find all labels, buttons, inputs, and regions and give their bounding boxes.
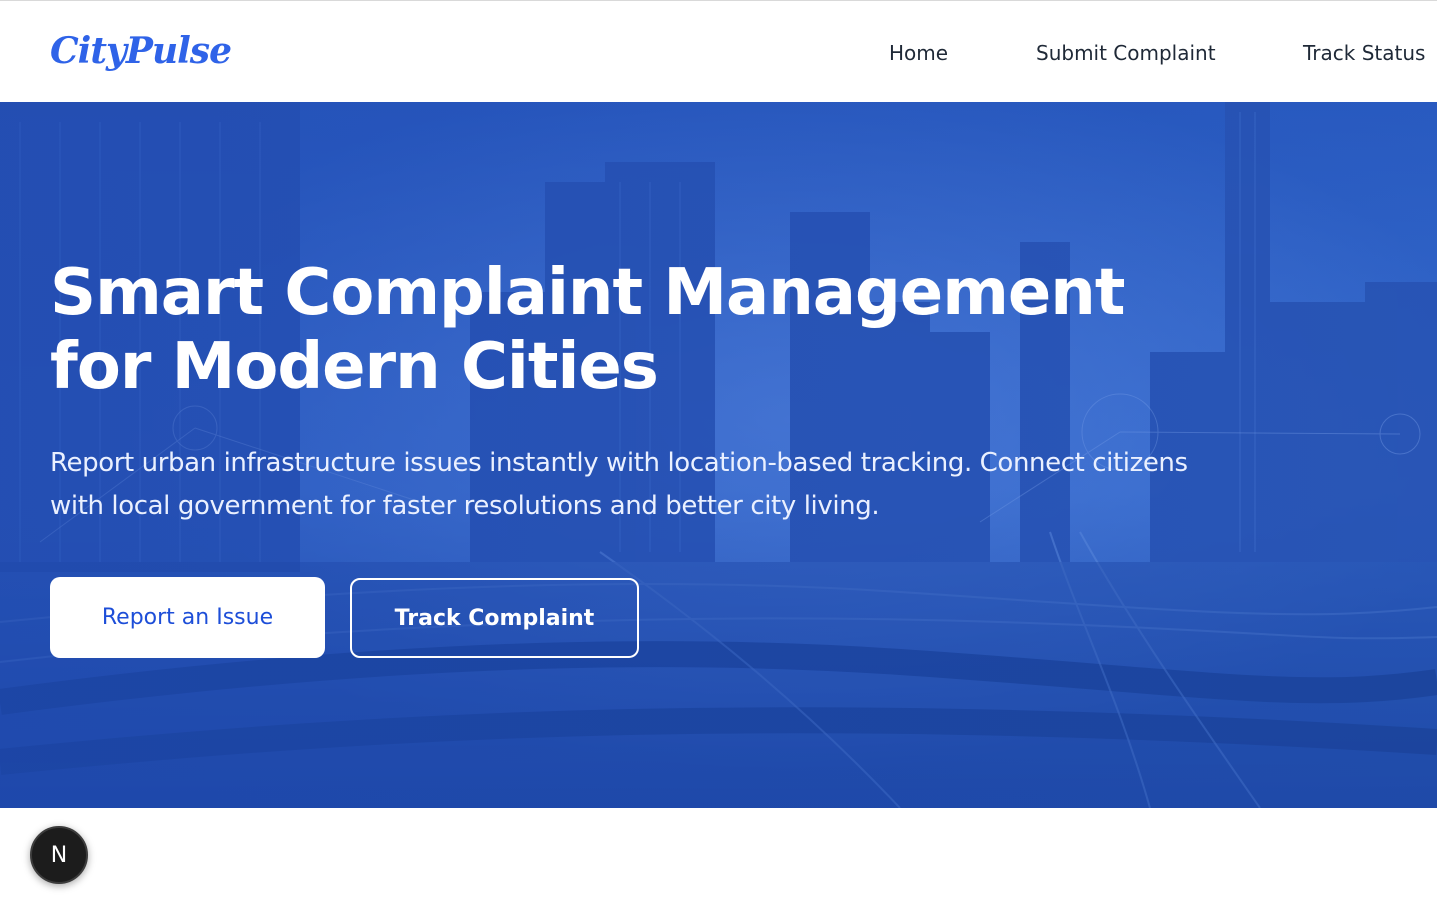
nextjs-dev-badge[interactable]: N <box>30 826 88 884</box>
nextjs-icon: N <box>50 842 68 868</box>
nav-link-home[interactable]: Home <box>889 39 948 67</box>
nav-link-track-status[interactable]: Track Status <box>1303 39 1425 67</box>
hero-subtitle: Report urban infrastructure issues insta… <box>50 448 1188 521</box>
navbar: CityPulse Home Submit Complaint Track St… <box>0 0 1437 102</box>
report-issue-button[interactable]: Report an Issue <box>50 577 325 658</box>
hero-title: Smart Complaint Management for Modern Ci… <box>50 256 1125 404</box>
hero-section: Smart Complaint Management for Modern Ci… <box>0 102 1437 808</box>
nav-link-submit-complaint[interactable]: Submit Complaint <box>1036 39 1216 67</box>
brand-logo[interactable]: CityPulse <box>50 27 232 75</box>
track-complaint-button[interactable]: Track Complaint <box>350 578 639 658</box>
